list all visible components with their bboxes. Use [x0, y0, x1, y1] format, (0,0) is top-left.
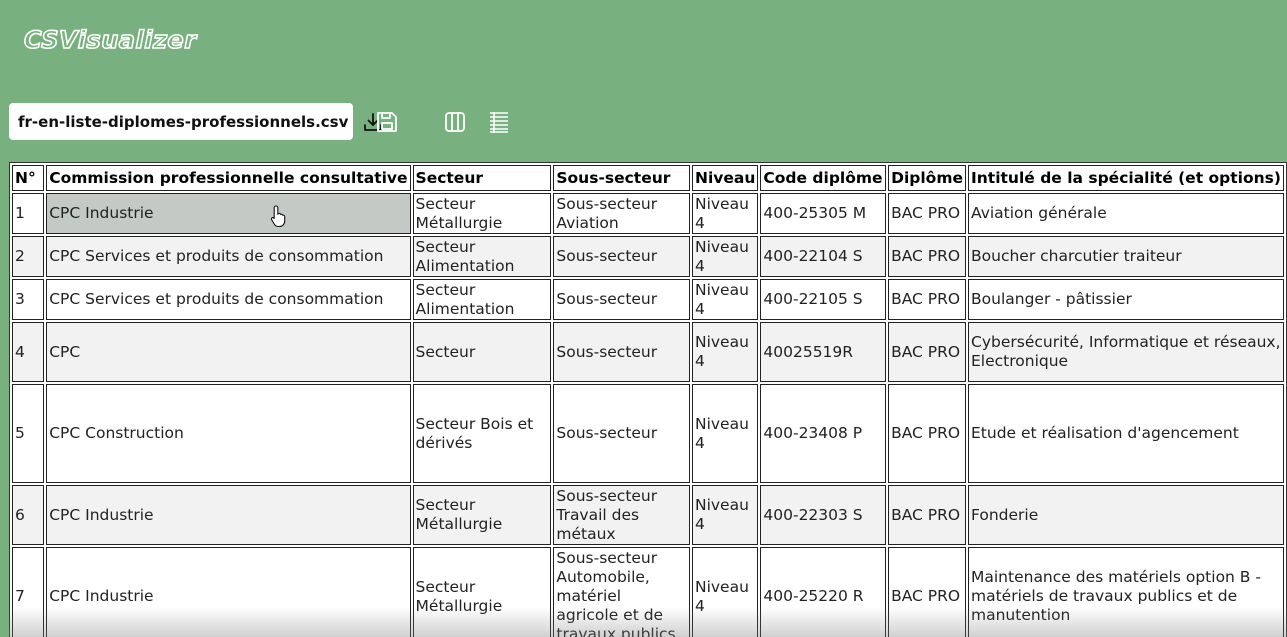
table-cell[interactable]: Sous-secteur Automobile, matériel agrico… — [553, 547, 690, 637]
header-cell[interactable]: Diplôme — [888, 165, 966, 191]
table-cell[interactable]: Secteur Métallurgie — [412, 485, 552, 545]
table-cell[interactable]: Secteur Alimentation — [412, 236, 552, 277]
table-cell[interactable]: 1 — [12, 193, 45, 234]
table-cell[interactable]: Etude et réalisation d'agencement — [968, 384, 1284, 483]
table-cell[interactable]: Secteur — [412, 322, 552, 382]
app-logo: CSVisualizer — [23, 25, 197, 55]
header-row: N° Commission professionnelle consultati… — [12, 165, 1284, 191]
table-cell[interactable]: 7 — [12, 547, 45, 637]
header-cell[interactable]: N° — [12, 165, 45, 191]
table-cell[interactable]: Sous-secteur — [553, 384, 690, 483]
table-row: 5 CPC Construction Secteur Bois et dériv… — [12, 384, 1284, 483]
pointer-cursor-icon — [270, 204, 288, 228]
table-cell[interactable]: Secteur Métallurgie — [412, 193, 552, 234]
table-row: 6 CPC Industrie Secteur Métallurgie Sous… — [12, 485, 1284, 545]
table-row: 4 CPC Secteur Sous-secteur Niveau 4 4002… — [12, 322, 1284, 382]
table-row: 3 CPC Services et produits de consommati… — [12, 279, 1284, 320]
table-cell[interactable]: Fonderie — [968, 485, 1284, 545]
table-cell[interactable]: Secteur Alimentation — [412, 279, 552, 320]
table-row: 2 CPC Services et produits de consommati… — [12, 236, 1284, 277]
table-cell[interactable]: Aviation générale — [968, 193, 1284, 234]
table-cell[interactable]: CPC Services et produits de consommation — [46, 236, 411, 277]
table-cell[interactable]: BAC PRO — [888, 193, 966, 234]
table-cell[interactable]: Boulanger - pâtissier — [968, 279, 1284, 320]
csv-table-container: N° Commission professionnelle consultati… — [9, 162, 1287, 637]
table-cell[interactable]: Sous-secteur Travail des métaux — [553, 485, 690, 545]
table-cell[interactable]: Sous-secteur — [553, 236, 690, 277]
table-cell[interactable]: 6 — [12, 485, 45, 545]
table-cell[interactable]: Maintenance des matériels option B - mat… — [968, 547, 1284, 637]
table-cell[interactable]: 3 — [12, 279, 45, 320]
table-cell[interactable]: 400-25305 M — [760, 193, 887, 234]
table-cell-selected[interactable]: CPC Industrie — [46, 193, 411, 234]
table-cell[interactable]: Niveau 4 — [691, 193, 759, 234]
table-cell[interactable]: Niveau 4 — [691, 236, 759, 277]
table-cell[interactable]: 2 — [12, 236, 45, 277]
save-icon[interactable] — [376, 111, 398, 133]
table-cell[interactable]: BAC PRO — [888, 322, 966, 382]
table-cell[interactable]: Cybersécurité, Informatique et réseaux, … — [968, 322, 1284, 382]
table-cell[interactable]: 40025519R — [760, 322, 887, 382]
table-cell[interactable]: Sous-secteur — [553, 322, 690, 382]
table-cell[interactable]: BAC PRO — [888, 485, 966, 545]
table-cell[interactable]: Niveau 4 — [691, 485, 759, 545]
table-cell[interactable]: BAC PRO — [888, 384, 966, 483]
table-cell[interactable]: Niveau 4 — [691, 547, 759, 637]
table-row: 7 CPC Industrie Secteur Métallurgie Sous… — [12, 547, 1284, 637]
table-cell[interactable]: Secteur Métallurgie — [412, 547, 552, 637]
table-cell[interactable]: 400-22303 S — [760, 485, 887, 545]
table-cell[interactable]: BAC PRO — [888, 547, 966, 637]
table-cell[interactable]: 400-23408 P — [760, 384, 887, 483]
table-cell[interactable]: 5 — [12, 384, 45, 483]
table-cell[interactable]: CPC — [46, 322, 411, 382]
table-cell[interactable]: CPC Construction — [46, 384, 411, 483]
file-toolbar: fr-en-liste-diplomes-professionnels.csv — [9, 103, 383, 140]
header-cell[interactable]: Secteur — [412, 165, 552, 191]
table-cell[interactable]: Niveau 4 — [691, 279, 759, 320]
header-cell[interactable]: Commission professionnelle consultative — [46, 165, 411, 191]
header-cell[interactable]: Code diplôme — [760, 165, 887, 191]
table-row: 1 CPC Industrie Secteur Métallurgie Sous… — [12, 193, 1284, 234]
rows-icon[interactable] — [488, 110, 510, 134]
table-cell[interactable]: Sous-secteur Aviation — [553, 193, 690, 234]
table-cell[interactable]: 400-25220 R — [760, 547, 887, 637]
table-cell[interactable]: Niveau 4 — [691, 384, 759, 483]
table-cell[interactable]: BAC PRO — [888, 279, 966, 320]
table-cell[interactable]: 4 — [12, 322, 45, 382]
table-cell[interactable]: Niveau 4 — [691, 322, 759, 382]
header-cell[interactable]: Sous-secteur — [553, 165, 690, 191]
table-cell[interactable]: Sous-secteur — [553, 279, 690, 320]
columns-icon[interactable] — [444, 111, 466, 133]
table-cell[interactable]: Boucher charcutier traiteur — [968, 236, 1284, 277]
file-name: fr-en-liste-diplomes-professionnels.csv — [18, 112, 349, 131]
table-cell[interactable]: CPC Services et produits de consommation — [46, 279, 411, 320]
table-cell[interactable]: Secteur Bois et dérivés — [412, 384, 552, 483]
table-cell[interactable]: 400-22105 S — [760, 279, 887, 320]
table-cell[interactable]: CPC Industrie — [46, 485, 411, 545]
table-cell[interactable]: 400-22104 S — [760, 236, 887, 277]
csv-table: N° Commission professionnelle consultati… — [9, 162, 1287, 637]
file-chip[interactable]: fr-en-liste-diplomes-professionnels.csv — [9, 103, 383, 140]
header-cell[interactable]: Niveau — [691, 165, 759, 191]
table-cell[interactable]: CPC Industrie — [46, 547, 411, 637]
table-cell[interactable]: BAC PRO — [888, 236, 966, 277]
header-cell[interactable]: Intitulé de la spécialité (et options) — [968, 165, 1284, 191]
